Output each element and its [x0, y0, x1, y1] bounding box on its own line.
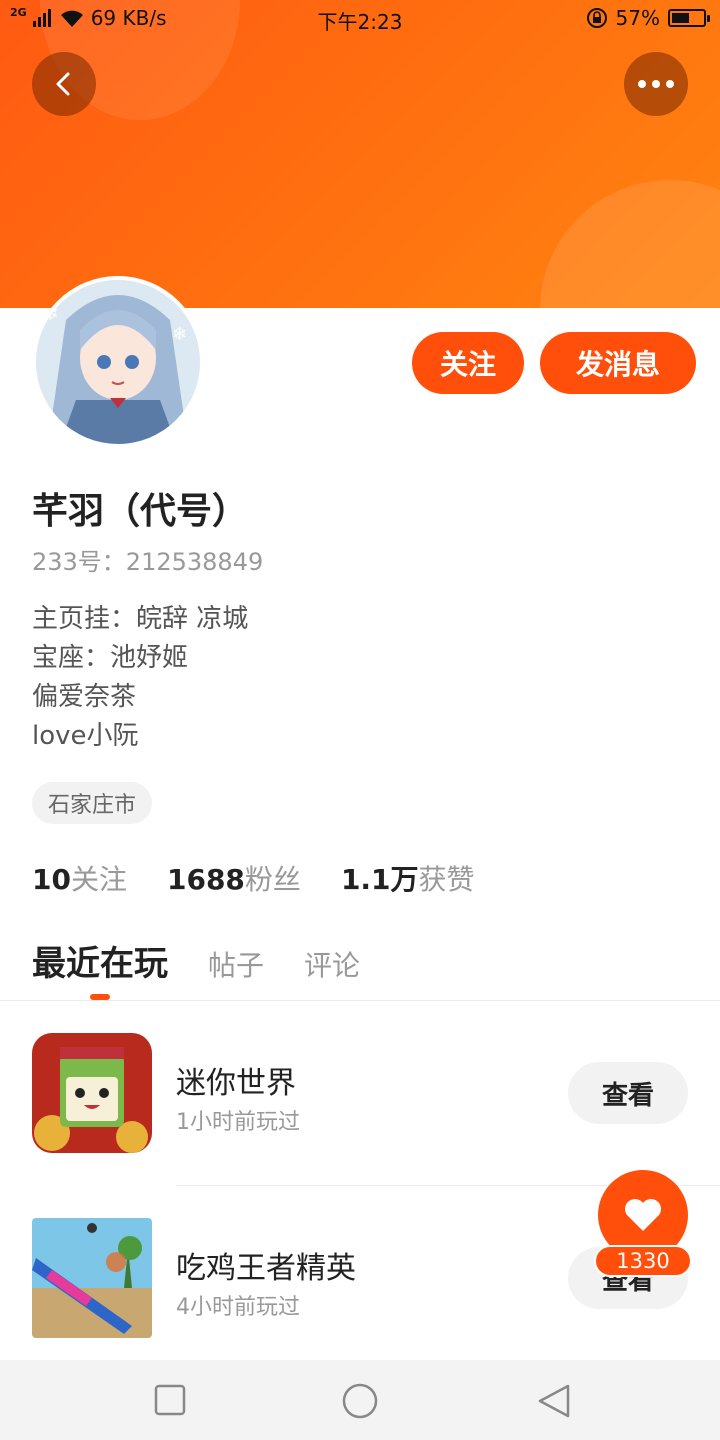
battery-icon	[668, 9, 710, 27]
stat-number: 1688	[166, 863, 245, 896]
stat-number: 1.1万	[340, 863, 419, 896]
stat-number: 10	[32, 863, 71, 896]
circle-icon[interactable]	[341, 1382, 379, 1420]
stat-likes[interactable]: 1.1万获赞	[341, 858, 475, 898]
bio-line: love小阮	[32, 721, 139, 751]
tab-posts[interactable]: 帖子	[208, 944, 264, 984]
tab-comments[interactable]: 评论	[304, 944, 360, 984]
location-tag[interactable]: 石家庄市	[32, 782, 153, 824]
game-title[interactable]: 迷你世界	[176, 1058, 296, 1102]
bio-line: 偏爱奈茶	[32, 682, 137, 712]
game-title[interactable]: 吃鸡王者精英	[176, 1243, 356, 1287]
stat-label: 关注	[70, 863, 127, 896]
view-button[interactable]: 查看	[568, 1062, 688, 1124]
stat-label: 粉丝	[244, 863, 301, 896]
stat-fans[interactable]: 1688粉丝	[167, 858, 301, 898]
more-button[interactable]	[624, 52, 688, 116]
message-button[interactable]: 发消息	[540, 332, 696, 394]
battery-percent: 57%	[615, 6, 660, 30]
profile-bio: 主页挂：皖辞 凉城 宝座：池妤姬 偏爱奈茶 love小阮	[32, 600, 248, 756]
game-icon-pubg-elite[interactable]	[32, 1218, 152, 1338]
follow-button[interactable]: 关注	[412, 332, 524, 394]
square-icon[interactable]	[154, 1384, 186, 1416]
system-nav-bar	[0, 1360, 720, 1440]
banner-decoration	[540, 180, 720, 308]
bio-line: 主页挂：皖辞 凉城	[32, 604, 249, 634]
back-arrow-icon	[56, 72, 70, 96]
svg-text:❄: ❄	[172, 324, 187, 345]
clock: 下午2:23	[317, 10, 403, 34]
tabs-divider	[0, 1000, 720, 1001]
game-last-played: 1小时前玩过	[176, 1110, 300, 1135]
game-last-played: 4小时前玩过	[176, 1295, 300, 1320]
game-icon-mini-world[interactable]	[32, 1033, 152, 1153]
stat-following[interactable]: 10关注	[32, 858, 127, 898]
status-bar: 2G 69 KB/s 下午2:23 57%	[0, 0, 720, 40]
triangle-back-icon[interactable]	[536, 1382, 572, 1420]
profile-stats: 10关注 1688粉丝 1.1万获赞	[32, 858, 475, 898]
profile-uid: 233号：212538849	[32, 548, 264, 576]
avatar[interactable]: ❄ ❄	[32, 276, 204, 448]
heart-icon	[625, 1199, 661, 1231]
more-dots-icon	[638, 80, 674, 88]
rotation-lock-icon	[586, 8, 607, 28]
back-button[interactable]	[32, 52, 96, 116]
like-count: 1330	[594, 1245, 692, 1277]
content-tabs: 最近在玩 帖子 评论	[32, 936, 360, 985]
avatar-image: ❄ ❄	[36, 280, 200, 444]
profile-banner	[0, 0, 720, 308]
profile-name: 芊羽（代号）	[32, 491, 249, 532]
stat-label: 获赞	[418, 863, 475, 896]
bio-line: 宝座：池妤姬	[32, 643, 189, 673]
tab-recent-play[interactable]: 最近在玩	[32, 936, 168, 985]
